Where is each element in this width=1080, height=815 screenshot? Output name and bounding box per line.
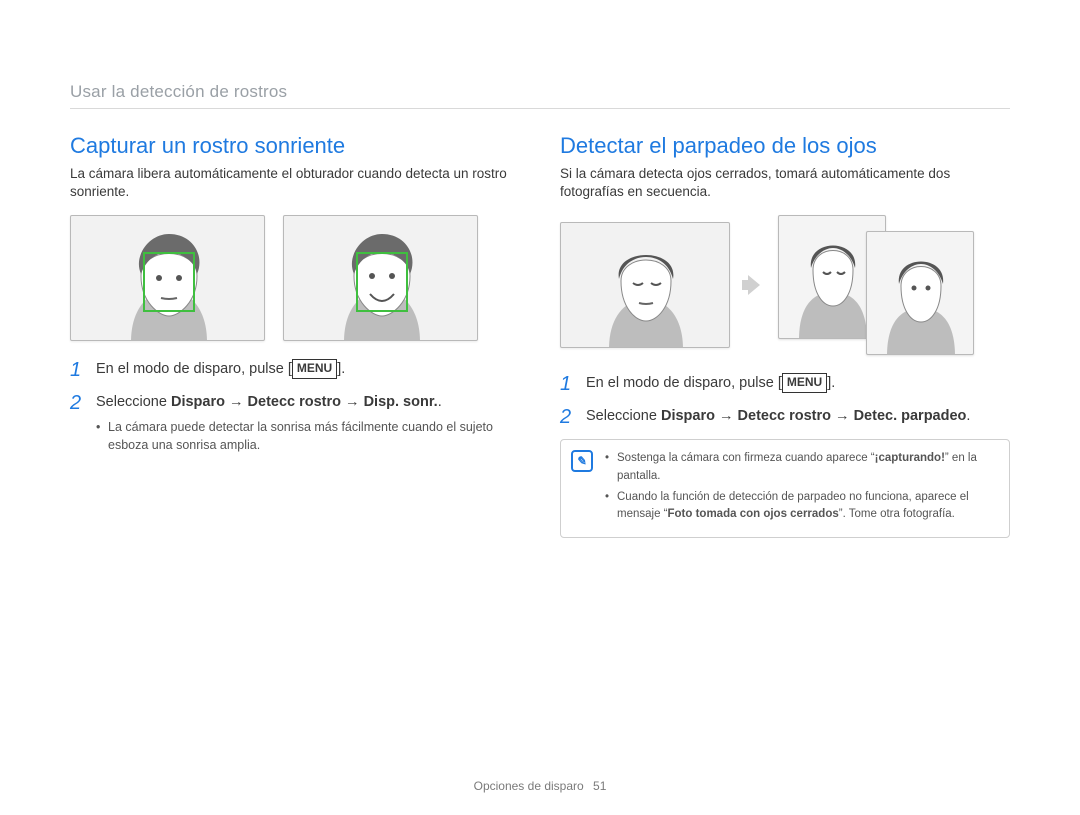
t: → xyxy=(831,408,854,424)
step-pre: En el modo de disparo, pulse [ xyxy=(586,375,782,391)
left-column: Capturar un rostro sonriente La cámara l… xyxy=(70,133,520,538)
menu-button-chip: MENU xyxy=(292,359,337,378)
figure-row-blink xyxy=(560,215,1010,355)
figure-neutral-face xyxy=(70,215,265,341)
page-footer: Opciones de disparo 51 xyxy=(0,779,1080,793)
face-detect-box xyxy=(356,252,408,312)
t: . xyxy=(438,394,442,410)
t: → xyxy=(225,394,248,410)
t: Foto tomada con ojos cerrados xyxy=(668,508,839,520)
right-column: Detectar el parpadeo de los ojos Si la c… xyxy=(560,133,1010,538)
t: Seleccione xyxy=(96,394,171,410)
t: Seleccione xyxy=(586,408,661,424)
section-lead-smile: La cámara libera automáticamente el obtu… xyxy=(70,165,520,201)
t: → xyxy=(715,408,738,424)
step-item: 1 En el modo de disparo, pulse [MENU]. xyxy=(560,373,1010,394)
step-post: ]. xyxy=(827,375,835,391)
t: Disparo xyxy=(171,394,225,410)
figure-smiling-face xyxy=(283,215,478,341)
t: Disp. sonr. xyxy=(364,394,438,410)
step-pre: En el modo de disparo, pulse [ xyxy=(96,361,292,377)
section-title-smile: Capturar un rostro sonriente xyxy=(70,133,520,159)
manual-page: Usar la detección de rostros Capturar un… xyxy=(0,0,1080,815)
step-item: 2 Seleccione Disparo → Detecc rostro → D… xyxy=(70,392,520,454)
section-lead-blink: Si la cámara detecta ojos cerrados, toma… xyxy=(560,165,1010,201)
breadcrumb: Usar la detección de rostros xyxy=(70,82,1010,109)
figure-eyes-closed xyxy=(560,222,730,348)
figure-small-shot-2 xyxy=(866,231,974,355)
step-item: 2 Seleccione Disparo → Detecc rostro → D… xyxy=(560,406,1010,427)
note-item: Sostenga la cámara con firmeza cuando ap… xyxy=(605,450,997,485)
step-text: En el modo de disparo, pulse [MENU]. xyxy=(96,359,345,380)
t: Disparo xyxy=(661,408,715,424)
note-icon: ✎ xyxy=(571,450,593,472)
t: Sostenga la cámara con firmeza cuando ap… xyxy=(617,452,875,464)
page-number: 51 xyxy=(593,779,606,793)
two-column-layout: Capturar un rostro sonriente La cámara l… xyxy=(70,133,1010,538)
step-text: Seleccione Disparo → Detecc rostro → Det… xyxy=(586,406,970,427)
footer-section: Opciones de disparo xyxy=(474,779,584,793)
face-detect-box xyxy=(143,252,195,312)
t: ¡capturando! xyxy=(875,452,945,464)
step-number: 1 xyxy=(70,359,86,380)
arrow-icon xyxy=(748,275,760,295)
step-sublist: La cámara puede detectar la sonrisa más … xyxy=(96,419,520,454)
figure-row-smile xyxy=(70,215,520,341)
step-post: ]. xyxy=(337,361,345,377)
t: . xyxy=(966,408,970,424)
step-text: En el modo de disparo, pulse [MENU]. xyxy=(586,373,835,394)
step-number: 2 xyxy=(560,406,576,427)
note-item: Cuando la función de detección de parpad… xyxy=(605,489,997,524)
menu-button-chip: MENU xyxy=(782,373,827,392)
step-number: 1 xyxy=(560,373,576,394)
t: → xyxy=(341,394,364,410)
step-item: 1 En el modo de disparo, pulse [MENU]. xyxy=(70,359,520,380)
face-illustration xyxy=(561,223,730,348)
face-illustration xyxy=(867,232,974,355)
step-text: Seleccione Disparo → Detecc rostro → Dis… xyxy=(96,392,520,454)
figure-stack-two-shots xyxy=(778,215,974,355)
t: ”. Tome otra fotografía. xyxy=(839,508,955,520)
step-subitem: La cámara puede detectar la sonrisa más … xyxy=(96,419,520,454)
t: Detec. parpadeo xyxy=(854,408,967,424)
steps-smile: 1 En el modo de disparo, pulse [MENU]. 2… xyxy=(70,359,520,454)
section-title-blink: Detectar el parpadeo de los ojos xyxy=(560,133,1010,159)
t: Detecc rostro xyxy=(248,394,341,410)
step-number: 2 xyxy=(70,392,86,454)
t: Detecc rostro xyxy=(738,408,831,424)
note-box: ✎ Sostenga la cámara con firmeza cuando … xyxy=(560,439,1010,538)
steps-blink: 1 En el modo de disparo, pulse [MENU]. 2… xyxy=(560,373,1010,427)
